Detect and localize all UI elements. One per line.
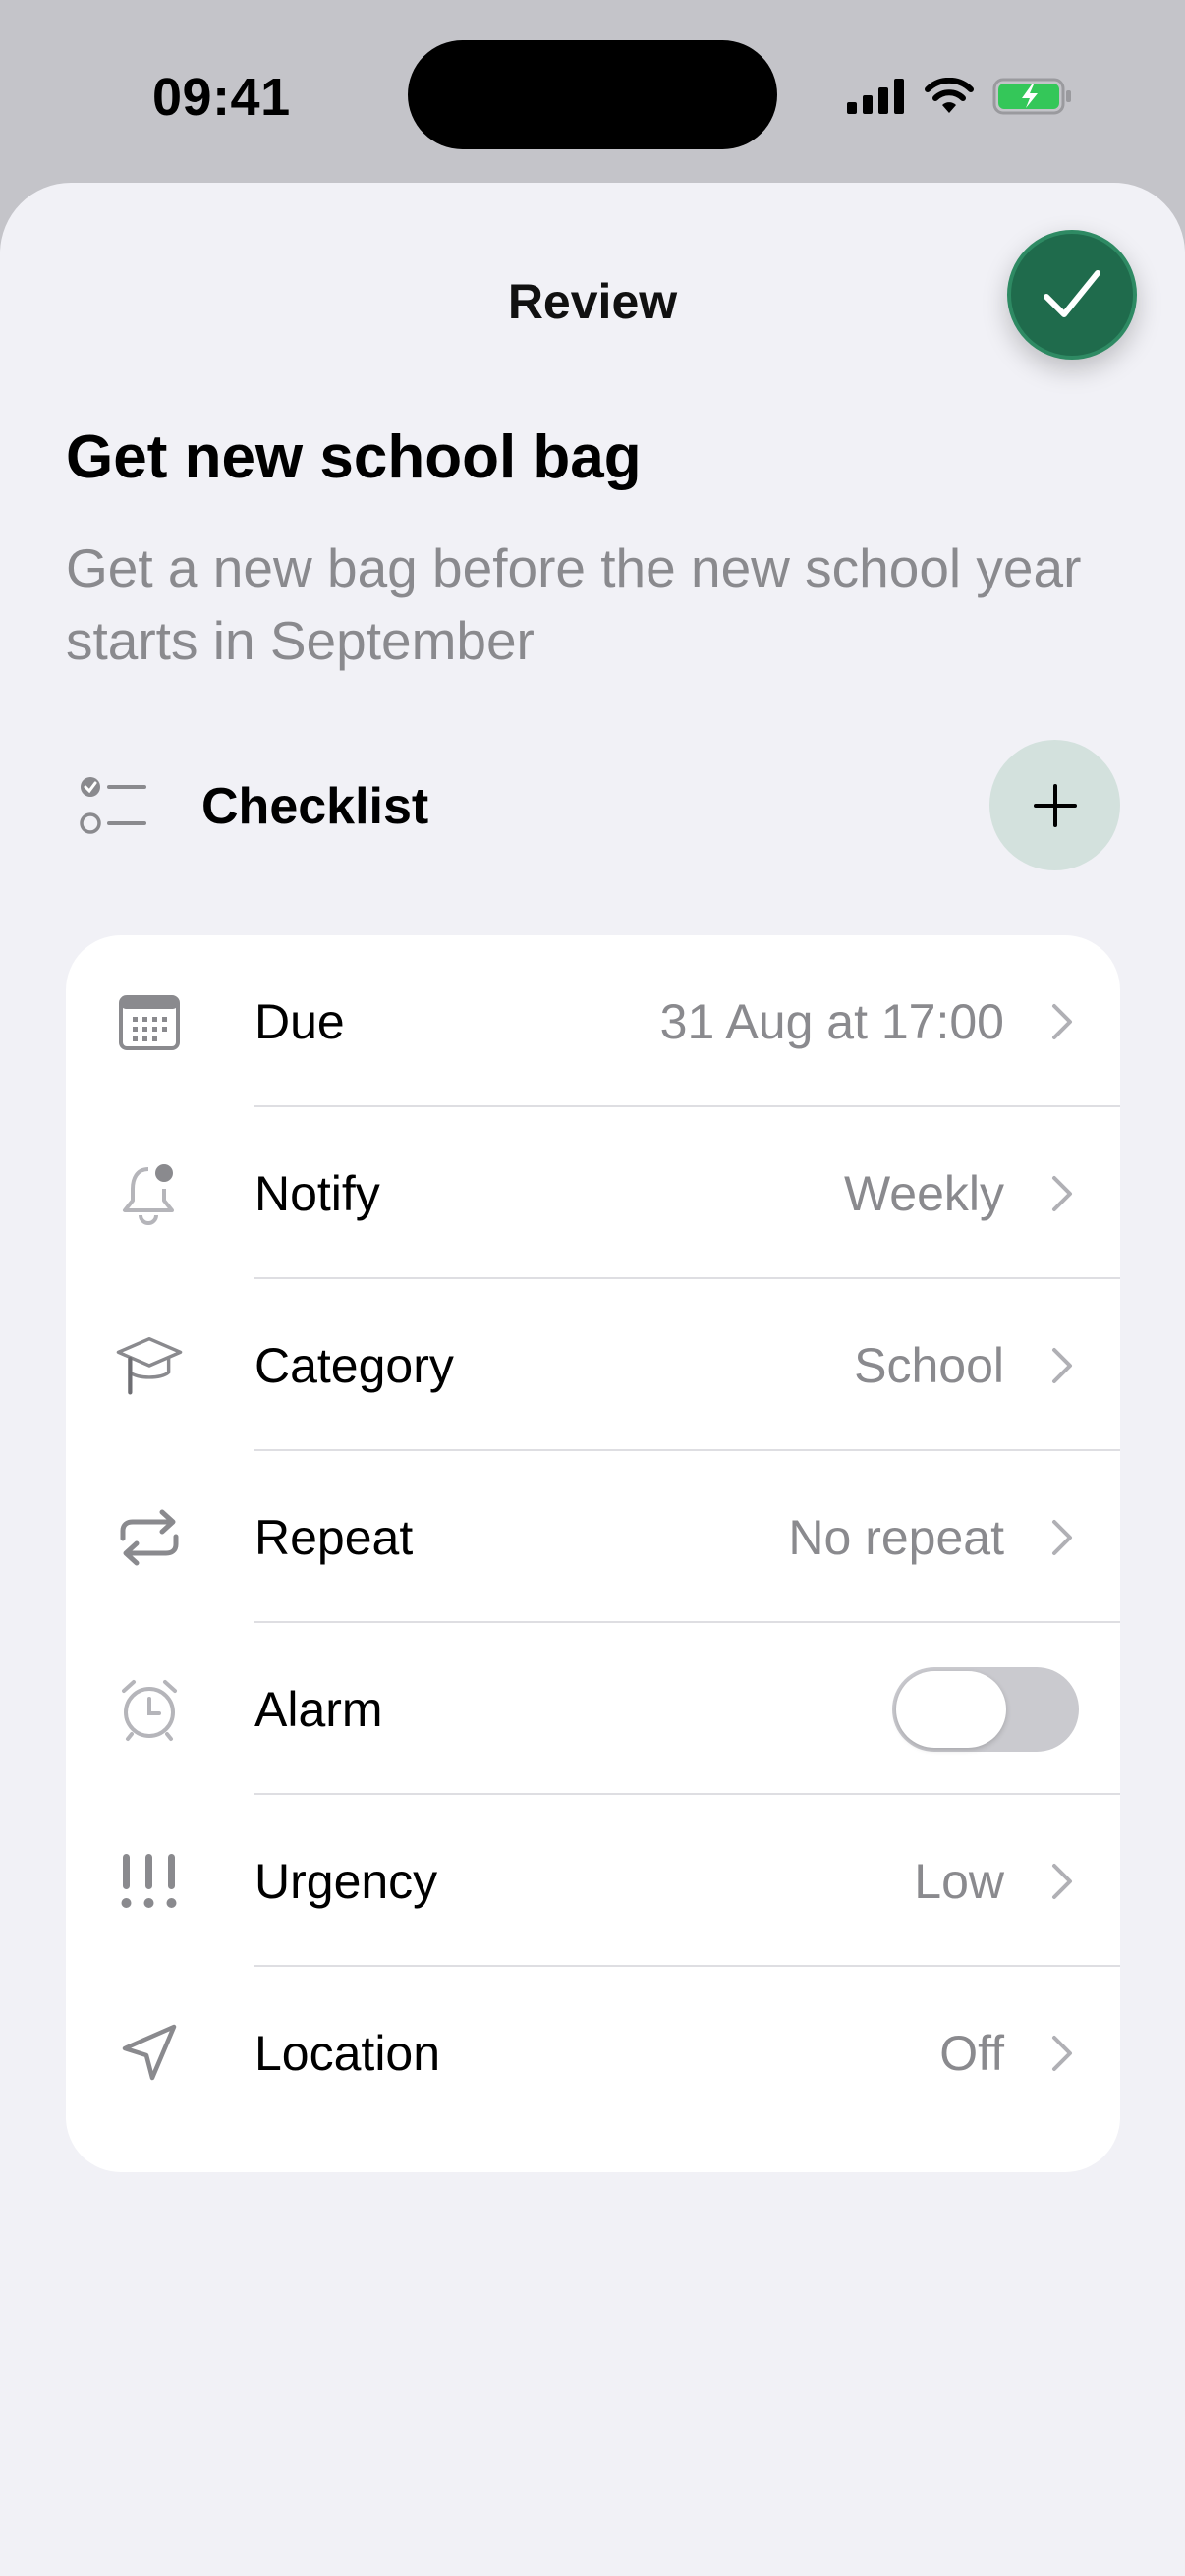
setting-value: No repeat — [788, 1509, 1004, 1565]
setting-row-notify[interactable]: Notify Weekly — [66, 1107, 1120, 1279]
toggle-knob — [896, 1670, 1006, 1748]
setting-row-repeat[interactable]: Repeat No repeat — [66, 1451, 1120, 1623]
bell-icon — [115, 1159, 184, 1228]
setting-label: Location — [254, 2025, 441, 2081]
wifi-icon — [925, 78, 974, 113]
setting-value: Off — [939, 2025, 1004, 2081]
checklist-label: Checklist — [201, 778, 429, 835]
setting-row-category[interactable]: Category School — [66, 1279, 1120, 1451]
add-checklist-button[interactable] — [989, 740, 1120, 870]
settings-card: Due 31 Aug at 17:00 Notify Weekly Catego… — [66, 935, 1120, 2172]
chevron-right-icon — [1052, 1175, 1072, 1211]
setting-row-urgency[interactable]: Urgency Low — [66, 1795, 1120, 1967]
location-arrow-icon — [115, 2019, 184, 2088]
chevron-right-icon — [1052, 1003, 1072, 1039]
calendar-icon — [115, 987, 184, 1056]
review-sheet: Review Get new school bag Get a new bag … — [0, 183, 1185, 2576]
setting-row-alarm: Alarm — [66, 1623, 1120, 1795]
exclamation-icon — [115, 1847, 184, 1916]
status-bar: 09:41 — [0, 0, 1185, 187]
chevron-right-icon — [1052, 1519, 1072, 1555]
graduation-cap-icon — [115, 1331, 184, 1400]
chevron-right-icon — [1052, 1347, 1072, 1383]
setting-value: Low — [914, 1853, 1004, 1909]
task-title[interactable]: Get new school bag — [66, 422, 642, 492]
setting-label: Due — [254, 993, 345, 1049]
setting-label: Notify — [254, 1165, 380, 1221]
repeat-icon — [115, 1503, 184, 1572]
checklist-icon — [80, 777, 146, 834]
alarm-toggle[interactable] — [892, 1666, 1079, 1752]
setting-label: Repeat — [254, 1509, 414, 1565]
setting-row-due[interactable]: Due 31 Aug at 17:00 — [66, 935, 1120, 1107]
setting-value: School — [854, 1337, 1004, 1393]
status-time: 09:41 — [152, 68, 291, 127]
setting-row-location[interactable]: Location Off — [66, 1967, 1120, 2139]
status-icons — [847, 73, 1073, 120]
task-description[interactable]: Get a new bag before the new school year… — [66, 532, 1127, 677]
chevron-right-icon — [1052, 2035, 1072, 2071]
setting-value: 31 Aug at 17:00 — [659, 993, 1004, 1049]
signal-icon — [847, 79, 904, 114]
setting-label: Alarm — [254, 1681, 383, 1737]
done-button[interactable] — [1007, 230, 1137, 360]
setting-value: Weekly — [843, 1165, 1004, 1221]
chevron-right-icon — [1052, 1863, 1072, 1899]
alarm-clock-icon — [115, 1675, 184, 1744]
plus-icon — [1033, 783, 1077, 827]
checklist-section: Checklist — [66, 740, 1120, 870]
setting-label: Category — [254, 1337, 454, 1393]
setting-label: Urgency — [254, 1853, 438, 1909]
checkmark-icon — [1044, 270, 1100, 317]
battery-icon — [992, 78, 1071, 115]
dynamic-island — [408, 40, 777, 149]
